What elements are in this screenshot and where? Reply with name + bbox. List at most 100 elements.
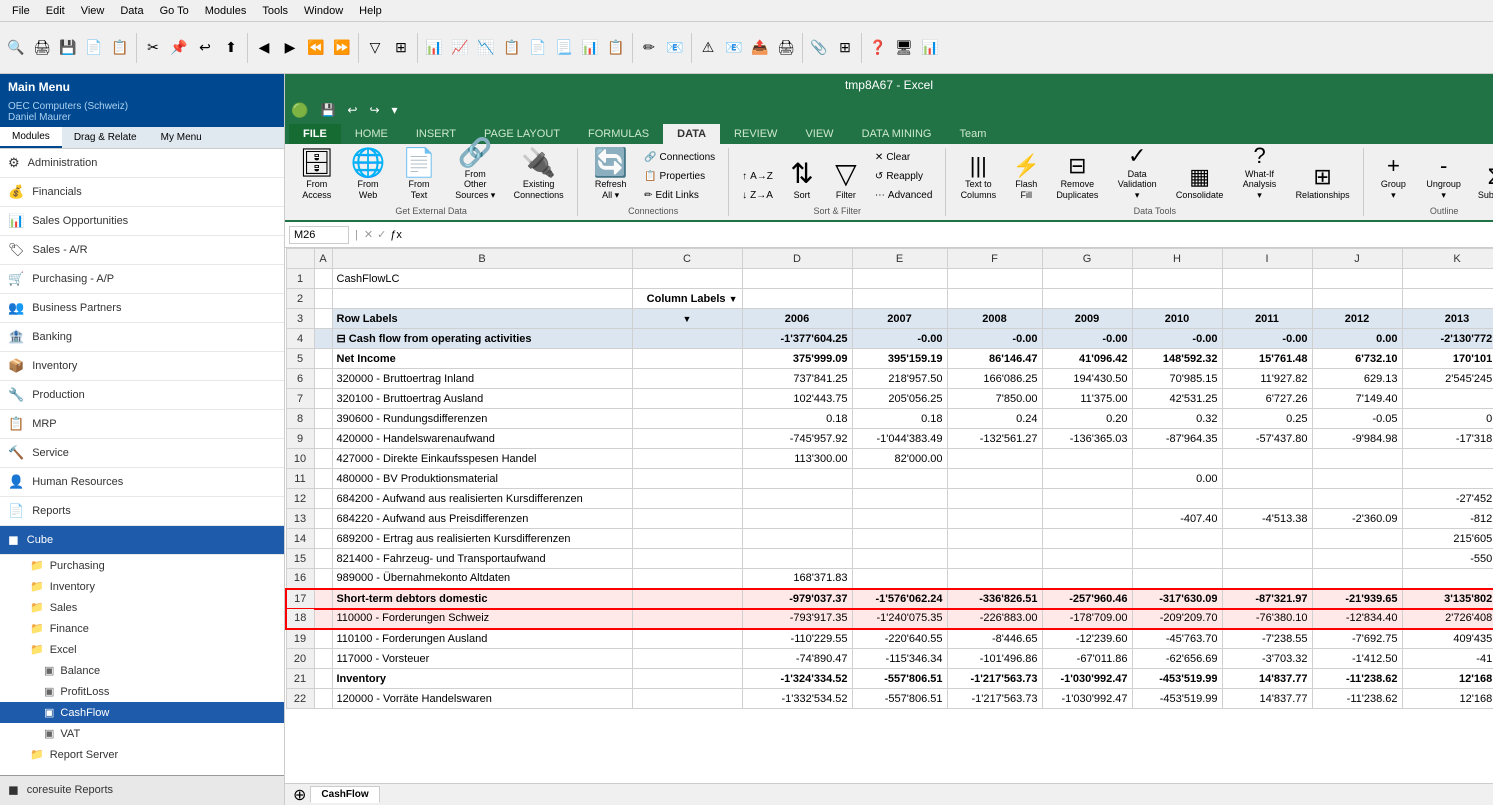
toolbar-print-icon[interactable]: 🖨 xyxy=(30,36,54,60)
cell[interactable] xyxy=(1132,549,1222,569)
cell[interactable]: 194'430.50 xyxy=(1042,369,1132,389)
tree-finance[interactable]: 📁 Finance xyxy=(0,618,284,639)
cell[interactable] xyxy=(1132,289,1222,309)
cell[interactable] xyxy=(332,289,632,309)
cell[interactable] xyxy=(314,489,332,509)
cell[interactable] xyxy=(742,289,852,309)
tab-formulas[interactable]: FORMULAS xyxy=(574,124,663,144)
cell[interactable]: 2010 xyxy=(1132,309,1222,329)
cell[interactable]: -1'030'992.47 xyxy=(1042,689,1132,709)
sidebar-item-purchasing-ap[interactable]: 🛒 Purchasing - A/P xyxy=(0,265,284,294)
cell[interactable] xyxy=(314,429,332,449)
cell[interactable] xyxy=(852,569,947,589)
toolbar-icon25[interactable]: ⚠ xyxy=(696,36,720,60)
cell[interactable]: 14'837.77 xyxy=(1222,669,1312,689)
cell[interactable]: Net Income xyxy=(332,349,632,369)
tree-cashflow[interactable]: ▣ CashFlow xyxy=(0,702,284,723)
cell[interactable]: -12'834.40 xyxy=(1312,609,1402,629)
cell[interactable]: 684200 - Aufwand aus realisierten Kursdi… xyxy=(332,489,632,509)
menu-file[interactable]: File xyxy=(4,3,38,19)
cancel-formula-icon[interactable]: ✕ xyxy=(364,228,373,241)
header-col-j[interactable]: J xyxy=(1312,249,1402,269)
tab-data[interactable]: DATA xyxy=(663,124,720,144)
cell-reference-box[interactable] xyxy=(289,226,349,244)
toolbar-icon9[interactable]: ◀ xyxy=(252,36,276,60)
subtotal-button[interactable]: Σ Subtotal xyxy=(1473,148,1493,204)
cell[interactable]: 110100 - Forderungen Ausland xyxy=(332,629,632,649)
toolbar-icon33[interactable]: 📊 xyxy=(918,36,942,60)
header-col-c[interactable]: C xyxy=(632,249,742,269)
cell[interactable]: -87'964.35 xyxy=(1132,429,1222,449)
cell[interactable]: -1'030'992.47 xyxy=(1042,669,1132,689)
cell[interactable] xyxy=(1312,529,1402,549)
sidebar-item-mrp[interactable]: 📋 MRP xyxy=(0,410,284,439)
cell[interactable] xyxy=(1402,269,1493,289)
sidebar-item-banking[interactable]: 🏦 Banking xyxy=(0,323,284,352)
cell[interactable]: 395'159.19 xyxy=(852,349,947,369)
cell[interactable]: 0.00 xyxy=(1312,329,1402,349)
cell[interactable]: -1'044'383.49 xyxy=(852,429,947,449)
cell[interactable]: Short-term debtors domestic xyxy=(332,589,632,609)
cell[interactable] xyxy=(632,589,742,609)
tree-vat[interactable]: ▣ VAT xyxy=(0,723,284,744)
cell[interactable]: 102'443.75 xyxy=(742,389,852,409)
cell[interactable]: 0.18 xyxy=(742,409,852,429)
cell[interactable] xyxy=(1402,289,1493,309)
cell[interactable] xyxy=(1132,569,1222,589)
cell[interactable]: -2'130'772.84 xyxy=(1402,329,1493,349)
toolbar-icon11[interactable]: ⏪ xyxy=(304,36,328,60)
cell[interactable] xyxy=(314,589,332,609)
cell[interactable] xyxy=(314,409,332,429)
cell[interactable] xyxy=(1312,569,1402,589)
toolbar-search-icon[interactable]: 🔍 xyxy=(4,36,28,60)
cell[interactable]: -220'640.55 xyxy=(852,629,947,649)
cell[interactable]: -21'939.65 xyxy=(1312,589,1402,609)
cell[interactable]: -453'519.99 xyxy=(1132,669,1222,689)
cell[interactable] xyxy=(314,629,332,649)
cell[interactable]: -0.00 xyxy=(947,329,1042,349)
cell[interactable]: 205'056.25 xyxy=(852,389,947,409)
menu-data[interactable]: Data xyxy=(112,3,151,19)
cell[interactable]: -74'890.47 xyxy=(742,649,852,669)
cell[interactable]: 737'841.25 xyxy=(742,369,852,389)
toolbar-icon17[interactable]: 📉 xyxy=(474,36,498,60)
cell[interactable] xyxy=(314,349,332,369)
cell[interactable]: -136'365.03 xyxy=(1042,429,1132,449)
cell[interactable] xyxy=(314,609,332,629)
header-col-b[interactable]: B xyxy=(332,249,632,269)
cell[interactable]: -0.00 xyxy=(1132,329,1222,349)
cell[interactable] xyxy=(742,529,852,549)
cell[interactable]: -7'238.55 xyxy=(1222,629,1312,649)
new-sheet-icon[interactable]: ⊕ xyxy=(289,785,310,805)
toolbar-icon4[interactable]: 📋 xyxy=(108,36,132,60)
toolbar-icon30[interactable]: ⊞ xyxy=(833,36,857,60)
tree-purchasing[interactable]: 📁 Purchasing xyxy=(0,555,284,576)
cell[interactable] xyxy=(1312,549,1402,569)
qat-redo[interactable]: ↪ xyxy=(365,101,383,119)
toolbar-icon32[interactable]: 🖥 xyxy=(892,36,916,60)
cell[interactable] xyxy=(632,629,742,649)
menu-help[interactable]: Help xyxy=(351,3,390,19)
cell[interactable] xyxy=(1042,289,1132,309)
toolbar-icon27[interactable]: 📤 xyxy=(748,36,772,60)
cell[interactable]: 0.24 xyxy=(947,409,1042,429)
text-to-columns-button[interactable]: ||| Text toColumns xyxy=(954,148,1002,204)
cell[interactable]: 110000 - Forderungen Schweiz xyxy=(332,609,632,629)
cell[interactable]: -8'446.65 xyxy=(947,629,1042,649)
cell[interactable] xyxy=(632,429,742,449)
cell[interactable]: 2013 xyxy=(1402,309,1493,329)
sidebar-item-sales-ar[interactable]: 🏷 Sales - A/R xyxy=(0,236,284,265)
toolbar-icon22[interactable]: 📋 xyxy=(604,36,628,60)
sidebar-item-cube[interactable]: ◼ Cube xyxy=(0,526,284,555)
cell[interactable] xyxy=(632,329,742,349)
cell[interactable]: 2008 xyxy=(947,309,1042,329)
cell[interactable]: 2'545'245.85 xyxy=(1402,369,1493,389)
cell[interactable]: -1'412.50 xyxy=(1312,649,1402,669)
sidebar-item-human-resources[interactable]: 👤 Human Resources xyxy=(0,468,284,497)
cell[interactable] xyxy=(1042,489,1132,509)
toolbar-icon28[interactable]: 🖨 xyxy=(774,36,798,60)
cell[interactable]: -101'496.86 xyxy=(947,649,1042,669)
cell[interactable]: -0.00 xyxy=(852,329,947,349)
cell[interactable]: -12'239.60 xyxy=(1042,629,1132,649)
cell[interactable]: 3'135'802.60 xyxy=(1402,589,1493,609)
